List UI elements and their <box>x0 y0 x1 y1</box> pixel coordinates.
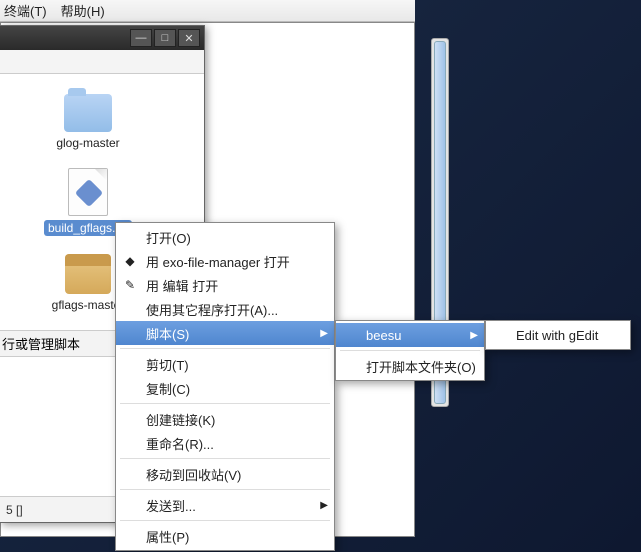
package-label: gflags-master <box>52 298 125 312</box>
maximize-button[interactable]: □ <box>154 29 176 47</box>
menu-help[interactable]: 帮助(H) <box>61 1 105 20</box>
edit-icon: ✎ <box>122 277 138 293</box>
ctx-rename[interactable]: 重命名(R)... <box>116 431 334 455</box>
folder-icon <box>64 94 112 132</box>
package-icon <box>65 254 111 294</box>
separator <box>120 520 330 521</box>
ctx-script[interactable]: 脚本(S) ▶ <box>116 321 334 345</box>
ctx-properties[interactable]: 属性(P) <box>116 524 334 548</box>
ctx-send-to[interactable]: 发送到... ▶ <box>116 493 334 517</box>
sub-open-script-folder[interactable]: 打开脚本文件夹(O) <box>336 354 484 378</box>
separator <box>340 350 480 351</box>
ctx-trash[interactable]: 移动到回收站(V) <box>116 462 334 486</box>
separator <box>120 458 330 459</box>
sub-beesu[interactable]: beesu ▶ <box>336 323 484 347</box>
menubar: 终端(T) 帮助(H) <box>0 0 415 22</box>
cropped-sidebar-label: 行或管理脚本 <box>0 330 116 357</box>
separator <box>120 348 330 349</box>
chevron-right-icon: ▶ <box>320 328 328 339</box>
folder-item[interactable]: glog-master <box>44 94 132 150</box>
context-menu: 打开(O) ◆ 用 exo-file-manager 打开 ✎ 用 编辑 打开 … <box>115 222 335 551</box>
minimize-button[interactable]: — <box>130 29 152 47</box>
ctx-open-editor[interactable]: ✎ 用 编辑 打开 <box>116 273 334 297</box>
app-icon: ◆ <box>122 253 138 269</box>
titlebar: — □ ✕ <box>0 26 204 50</box>
script-submenu: beesu ▶ 打开脚本文件夹(O) <box>335 320 485 381</box>
sub-edit-gedit[interactable]: Edit with gEdit <box>486 323 630 347</box>
separator <box>120 489 330 490</box>
ctx-open-exo[interactable]: ◆ 用 exo-file-manager 打开 <box>116 249 334 273</box>
menu-terminal[interactable]: 终端(T) <box>4 1 47 20</box>
ctx-open[interactable]: 打开(O) <box>116 225 334 249</box>
beesu-submenu: Edit with gEdit <box>485 320 631 350</box>
folder-label: glog-master <box>56 136 119 150</box>
close-button[interactable]: ✕ <box>178 29 200 47</box>
ctx-create-link[interactable]: 创建链接(K) <box>116 407 334 431</box>
script-file-icon <box>68 168 108 216</box>
chevron-right-icon: ▶ <box>320 500 328 511</box>
separator <box>120 403 330 404</box>
ctx-open-other[interactable]: 使用其它程序打开(A)... <box>116 297 334 321</box>
ctx-cut[interactable]: 剪切(T) <box>116 352 334 376</box>
status-text: 5 [] <box>6 503 23 517</box>
chevron-right-icon: ▶ <box>470 330 478 341</box>
ctx-copy[interactable]: 复制(C) <box>116 376 334 400</box>
toolbar <box>0 50 204 74</box>
